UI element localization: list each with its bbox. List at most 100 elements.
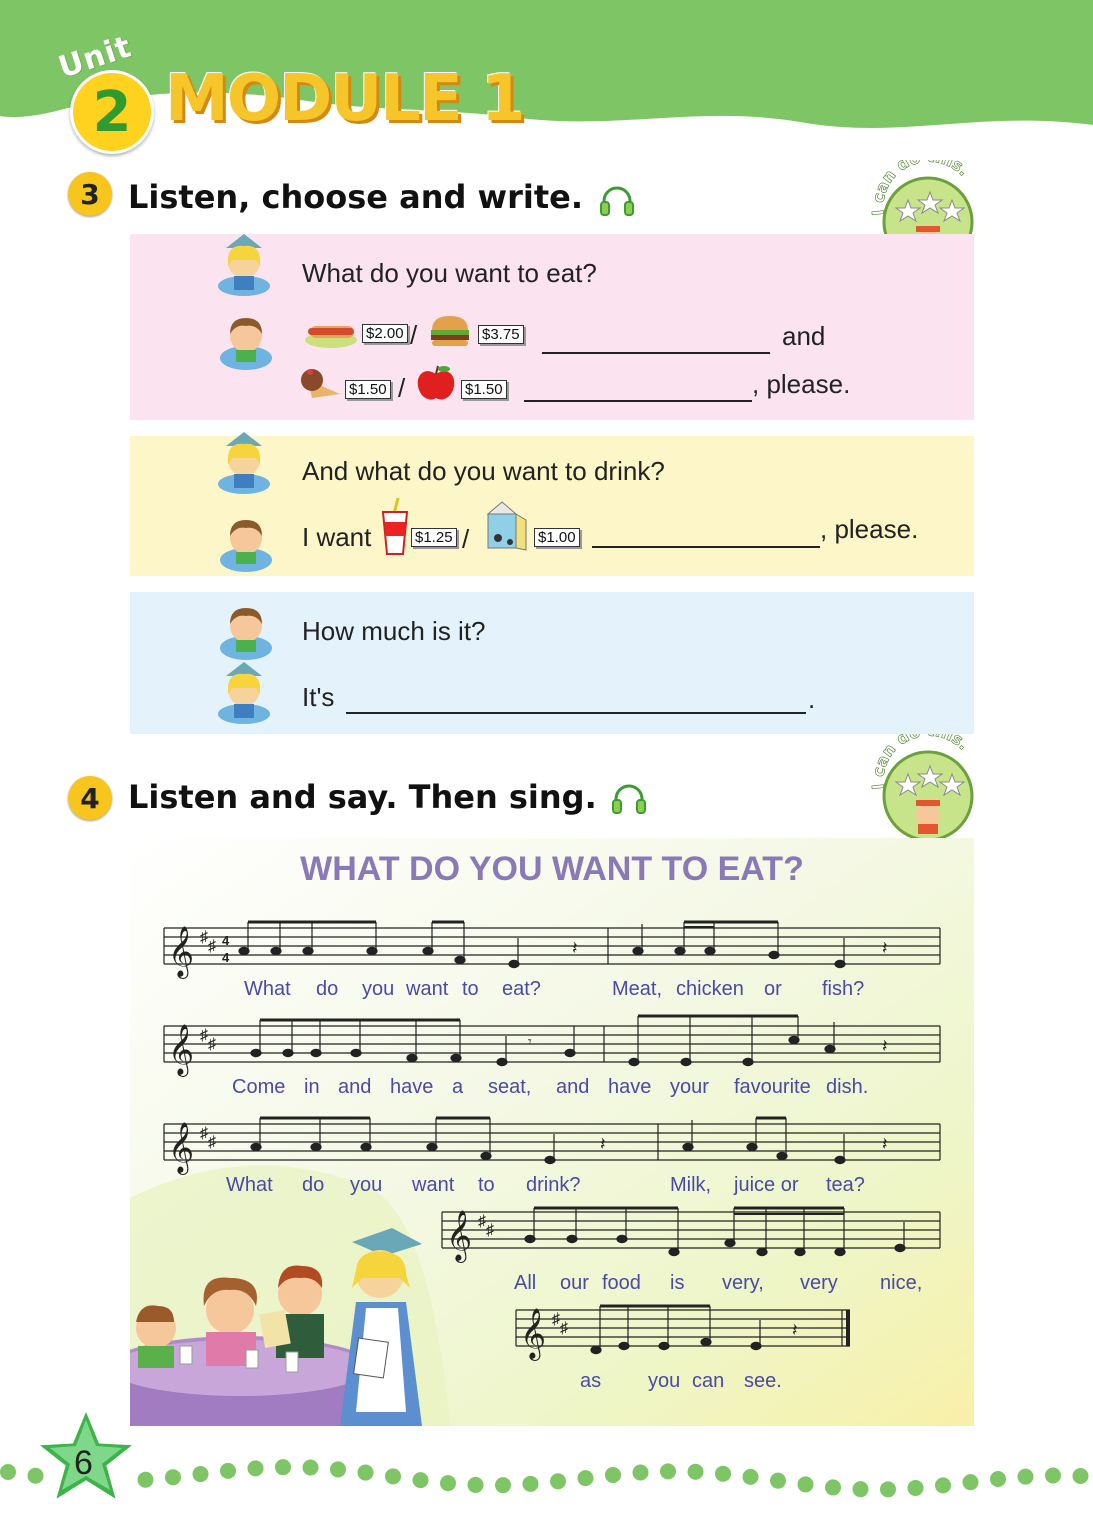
headphones-icon[interactable]: [598, 184, 636, 218]
headphones-icon[interactable]: [610, 782, 648, 816]
hot-dog-icon: [305, 326, 357, 348]
svg-text:𝄽: 𝄽: [882, 1036, 888, 1056]
separator: /: [410, 320, 418, 350]
lyric-word: a: [452, 1076, 464, 1098]
restaurant-illustration: [130, 1228, 422, 1426]
answer-blank-food-2[interactable]: [524, 374, 752, 402]
lyric-word: eat?: [502, 978, 541, 1000]
lyric-word: chicken: [676, 978, 744, 1000]
border-dot: [550, 1473, 566, 1490]
module-title: MODULE 1: [165, 62, 525, 136]
period-text: .: [808, 684, 816, 714]
lyric-word: juice or: [734, 1174, 799, 1196]
border-dot: [357, 1464, 374, 1481]
border-dot: [742, 1468, 759, 1485]
svg-text:♯: ♯: [208, 938, 216, 955]
milk-carton-icon: [486, 501, 527, 551]
lyric-word: Milk,: [670, 1174, 712, 1196]
please-text: , please.: [820, 514, 919, 544]
price-ice-cream: $1.50: [345, 380, 391, 399]
border-dot: [247, 1460, 264, 1477]
lyric-word: can: [692, 1370, 725, 1392]
border-dot: [1072, 1467, 1089, 1484]
lyric-word: nice,: [880, 1272, 923, 1294]
lyric-word: fish?: [822, 978, 865, 1000]
lyric-word: have: [608, 1076, 652, 1098]
lyric-word: is: [670, 1272, 685, 1294]
border-dot: [412, 1472, 429, 1489]
i-want-text: I want: [302, 522, 372, 552]
price-cola: $1.25: [411, 528, 457, 547]
answer-blank-price[interactable]: [346, 686, 806, 714]
lyric-word: you: [350, 1174, 383, 1196]
separator: /: [462, 524, 470, 554]
lyric-word: What: [244, 978, 291, 1000]
border-dot: [962, 1474, 979, 1491]
ice-cream-icon: [301, 369, 340, 398]
svg-text:𝄽: 𝄽: [882, 938, 888, 958]
waitress-face-icon: [218, 234, 270, 296]
border-dot: [275, 1459, 291, 1476]
lyric-word: do: [316, 978, 339, 1000]
staff-2: 𝄞 ♯♯ 𝄾 𝄽: [163, 1014, 941, 1077]
answer-blank-food-1[interactable]: [542, 326, 770, 354]
border-dot: [797, 1476, 814, 1493]
svg-text:𝄞: 𝄞: [520, 1308, 546, 1361]
lyric-word: in: [304, 1076, 320, 1098]
border-dot: [632, 1464, 649, 1481]
price-apple: $1.50: [461, 380, 507, 399]
waitress-face-icon: [218, 432, 270, 494]
lyric-word: want: [412, 1174, 455, 1196]
border-dot: [467, 1476, 484, 1493]
lyric-word: see.: [744, 1370, 782, 1392]
svg-text:𝄞: 𝄞: [168, 926, 194, 979]
question-price: How much is it?: [302, 616, 486, 646]
separator: /: [398, 373, 406, 403]
border-dot: [220, 1462, 236, 1479]
lyric-word: and: [556, 1076, 590, 1098]
question-food: What do you want to eat?: [302, 258, 597, 288]
svg-text:𝄞: 𝄞: [446, 1210, 472, 1263]
lyric-word: Come: [232, 1076, 286, 1098]
lyric-word: you: [362, 978, 395, 1000]
hamburger-icon: [431, 316, 469, 346]
lyric-word: our: [560, 1272, 589, 1294]
boy-face-icon: [220, 608, 272, 660]
svg-text:♯: ♯: [478, 1213, 486, 1230]
svg-text:4: 4: [222, 933, 230, 948]
svg-text:♯: ♯: [560, 1320, 568, 1337]
border-dot: [0, 1464, 16, 1480]
question-drink: And what do you want to drink?: [302, 456, 665, 486]
lyric-word: very,: [722, 1272, 764, 1294]
svg-text:𝄞: 𝄞: [168, 1024, 194, 1077]
border-dot: [522, 1475, 539, 1492]
border-dot: [687, 1463, 704, 1480]
lyric-word: drink?: [526, 1174, 581, 1196]
section-number-4: 4: [68, 776, 112, 820]
answer-blank-drink[interactable]: [592, 520, 820, 548]
lyric-word: have: [390, 1076, 434, 1098]
section-title-4: Listen and say. Then sing.: [128, 778, 597, 816]
border-dot: [192, 1466, 209, 1483]
lyric-word: and: [338, 1076, 372, 1098]
svg-text:𝄞: 𝄞: [168, 1122, 194, 1175]
section-title-3: Listen, choose and write.: [128, 178, 583, 216]
module-title-text: MODULE 1: [165, 62, 525, 136]
lyric-word: you: [648, 1370, 681, 1392]
price-hamburger: $3.75: [478, 325, 524, 344]
song-title: WHAT DO YOU WANT TO EAT?: [300, 850, 804, 888]
its-text: It's: [302, 682, 335, 712]
lyric-word: as: [580, 1370, 602, 1392]
lyric-word: do: [302, 1174, 325, 1196]
cola-cup-icon: [381, 498, 409, 555]
border-dot: [1017, 1468, 1034, 1485]
waitress-face-icon: [218, 662, 270, 724]
border-dot: [825, 1479, 841, 1496]
border-dot: [907, 1479, 924, 1496]
svg-text:♯: ♯: [486, 1222, 494, 1239]
border-dot: [990, 1471, 1006, 1488]
border-dot: [935, 1477, 951, 1494]
lyric-word: seat,: [488, 1076, 532, 1098]
header-band: [0, 0, 1093, 128]
svg-text:♯: ♯: [552, 1311, 560, 1328]
